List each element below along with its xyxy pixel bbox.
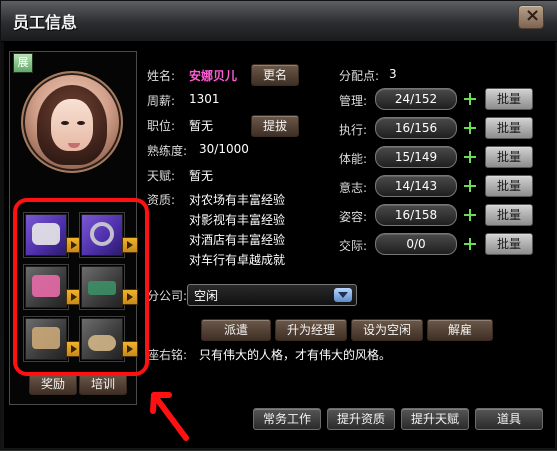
promote-button[interactable]: 提拔 <box>251 115 299 137</box>
position-label: 职位: <box>147 119 176 133</box>
improve-qualification-button[interactable]: 提升资质 <box>327 408 395 430</box>
salary-label: 周薪: <box>147 94 176 108</box>
salary-value: 1301 <box>189 92 220 106</box>
allocation-points-label: 分配点: <box>339 69 380 83</box>
company-dropdown-value: 空闲 <box>194 289 219 303</box>
close-icon: × <box>525 5 541 26</box>
titlebar: 员工信息 × <box>1 1 557 42</box>
proficiency-label: 熟练度: <box>147 144 188 158</box>
stat-label-execution: 执行: <box>339 123 368 137</box>
stat-label-management: 管理: <box>339 94 368 108</box>
stat-label-social: 交际: <box>339 239 368 253</box>
batch-button-will[interactable]: 批量 <box>485 175 533 197</box>
stat-value-physical: 15/149 <box>375 146 457 168</box>
dismiss-button[interactable]: 解雇 <box>427 319 493 341</box>
assign-button[interactable]: 派遣 <box>201 319 271 341</box>
promote-manager-button[interactable]: 升为经理 <box>275 319 347 341</box>
improve-talent-button[interactable]: 提升天赋 <box>401 408 469 430</box>
avatar-eye-right <box>77 121 85 125</box>
plus-icon[interactable] <box>462 207 478 223</box>
proficiency-value: 30/1000 <box>199 142 249 156</box>
close-button[interactable]: × <box>518 5 544 29</box>
avatar <box>21 71 123 173</box>
motto-label: 座右铭: <box>147 348 188 362</box>
plus-icon[interactable] <box>462 236 478 252</box>
reward-tab[interactable]: 奖励 <box>29 373 77 395</box>
qualification-label: 资质: <box>147 193 176 207</box>
allocation-points-value: 3 <box>389 67 397 81</box>
avatar-eye-left <box>61 121 69 125</box>
window-title: 员工信息 <box>13 13 78 32</box>
items-button[interactable]: 道具 <box>475 408 543 430</box>
stat-value-management: 24/152 <box>375 88 457 110</box>
set-idle-button[interactable]: 设为空闲 <box>351 319 423 341</box>
qualification-line-4: 对车行有卓越成就 <box>189 253 286 267</box>
name-label: 姓名: <box>147 69 176 83</box>
qualification-line-2: 对影视有丰富经验 <box>189 213 286 227</box>
batch-button-execution[interactable]: 批量 <box>485 117 533 139</box>
stat-value-social: 0/0 <box>375 233 457 255</box>
position-value: 暂无 <box>189 119 214 133</box>
plus-icon[interactable] <box>462 178 478 194</box>
stat-value-will: 14/143 <box>375 175 457 197</box>
employee-name: 安娜贝儿 <box>189 69 238 83</box>
company-dropdown[interactable]: 空闲 <box>187 284 357 306</box>
batch-button-appearance[interactable]: 批量 <box>485 204 533 226</box>
company-label: 分公司: <box>147 289 188 303</box>
chevron-down-icon[interactable] <box>334 288 352 302</box>
plus-icon[interactable] <box>462 91 478 107</box>
expand-tab[interactable]: 展 <box>13 53 33 73</box>
batch-button-social[interactable]: 批量 <box>485 233 533 255</box>
routine-work-button[interactable]: 常务工作 <box>253 408 321 430</box>
talent-value: 暂无 <box>189 169 214 183</box>
employee-info-window: 员工信息 × 展 奖励 培训 姓名: 安娜贝儿 更名 周薪: 1301 职位: … <box>0 0 557 450</box>
talent-label: 天赋: <box>147 169 176 183</box>
motto-value: 只有伟大的人格，才有伟大的风格。 <box>199 348 392 362</box>
plus-icon[interactable] <box>462 120 478 136</box>
stat-label-appearance: 姿容: <box>339 210 368 224</box>
batch-button-management[interactable]: 批量 <box>485 88 533 110</box>
plus-icon[interactable] <box>462 149 478 165</box>
stat-value-execution: 16/156 <box>375 117 457 139</box>
train-tab[interactable]: 培训 <box>79 373 127 395</box>
highlight-box <box>13 198 149 376</box>
batch-button-physical[interactable]: 批量 <box>485 146 533 168</box>
stat-label-will: 意志: <box>339 181 368 195</box>
stat-value-appearance: 16/158 <box>375 204 457 226</box>
stat-label-physical: 体能: <box>339 152 368 166</box>
qualification-line-3: 对酒店有丰富经验 <box>189 233 286 247</box>
qualification-line-1: 对农场有丰富经验 <box>189 193 286 207</box>
rename-button[interactable]: 更名 <box>251 64 299 86</box>
